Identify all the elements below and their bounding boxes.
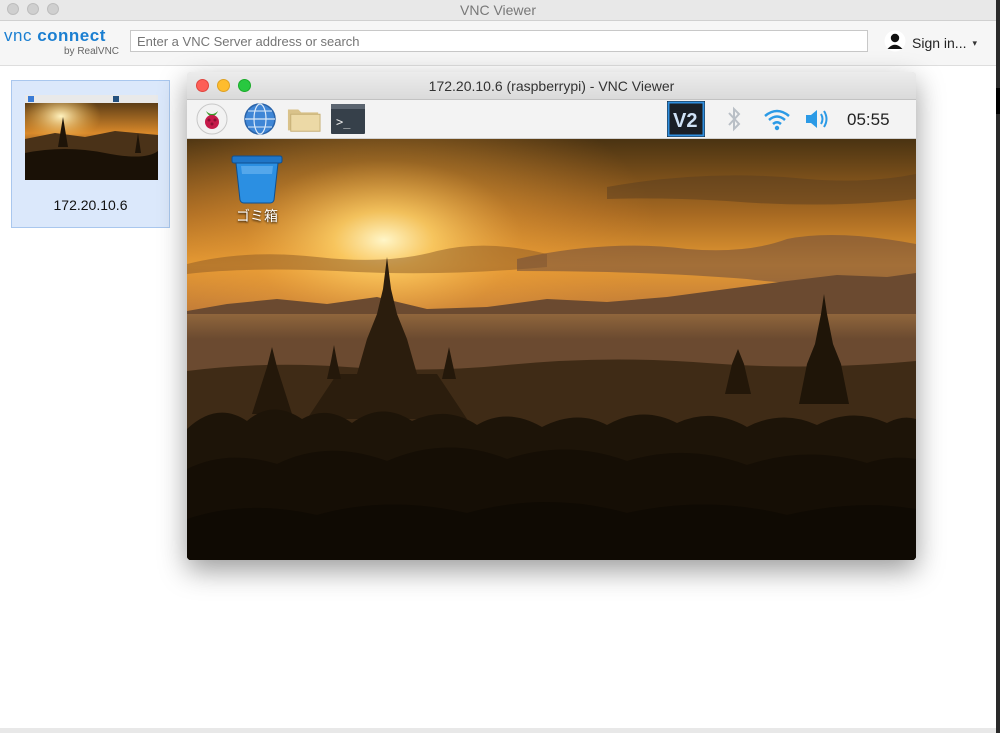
volume-icon[interactable]: [803, 103, 833, 135]
bluetooth-icon[interactable]: [723, 103, 745, 135]
vnc-icon[interactable]: V2: [667, 101, 705, 137]
logo-prefix: vnc: [4, 26, 32, 45]
terminal-glyph: >_: [336, 115, 351, 129]
terminal-icon[interactable]: >_: [331, 103, 365, 135]
logo-brand: connect: [37, 26, 106, 45]
trash-icon: [231, 155, 283, 204]
sign-in-button[interactable]: Sign in... ▾: [884, 30, 977, 56]
vnc-glyph: V2: [673, 110, 697, 132]
session-titlebar: 172.20.10.6 (raspberrypi) - VNC Viewer: [187, 72, 916, 100]
connection-label: 172.20.10.6: [53, 197, 128, 213]
sign-in-label: Sign in...: [912, 35, 967, 51]
user-icon: [884, 30, 906, 57]
chevron-down-icon: ▾: [972, 37, 978, 48]
remote-desktop[interactable]: ゴミ箱: [187, 139, 916, 560]
main-window-title: VNC Viewer: [460, 2, 536, 18]
remote-session-window: 172.20.10.6 (raspberrypi) - VNC Viewer >…: [187, 72, 916, 560]
file-manager-icon[interactable]: [287, 103, 321, 135]
connection-thumbnail: [25, 95, 158, 180]
trash-desktop-icon[interactable]: ゴミ箱: [227, 154, 287, 228]
logo-byline: by RealVNC: [64, 46, 120, 57]
trash-icon-label: ゴミ箱: [236, 209, 278, 225]
wifi-icon[interactable]: [761, 103, 793, 135]
raspberry-pi-taskbar: >_ V2 05:55: [187, 100, 916, 139]
vnc-connect-logo: vnc connect by RealVNC: [4, 26, 124, 62]
search-input[interactable]: [130, 30, 868, 52]
main-window-titlebar: VNC Viewer: [0, 0, 996, 21]
panel-clock: 05:55: [847, 110, 890, 129]
session-window-title: 172.20.10.6 (raspberrypi) - VNC Viewer: [428, 78, 675, 94]
address-book-item[interactable]: 172.20.10.6: [11, 80, 170, 228]
raspberry-menu-icon[interactable]: [195, 103, 229, 135]
desktop-wallpaper: [187, 139, 916, 560]
web-browser-icon[interactable]: [243, 103, 277, 135]
toolbar: vnc connect by RealVNC Sign in... ▾: [0, 21, 996, 66]
bottom-strip: [0, 728, 996, 733]
window-edge: [996, 0, 1000, 733]
